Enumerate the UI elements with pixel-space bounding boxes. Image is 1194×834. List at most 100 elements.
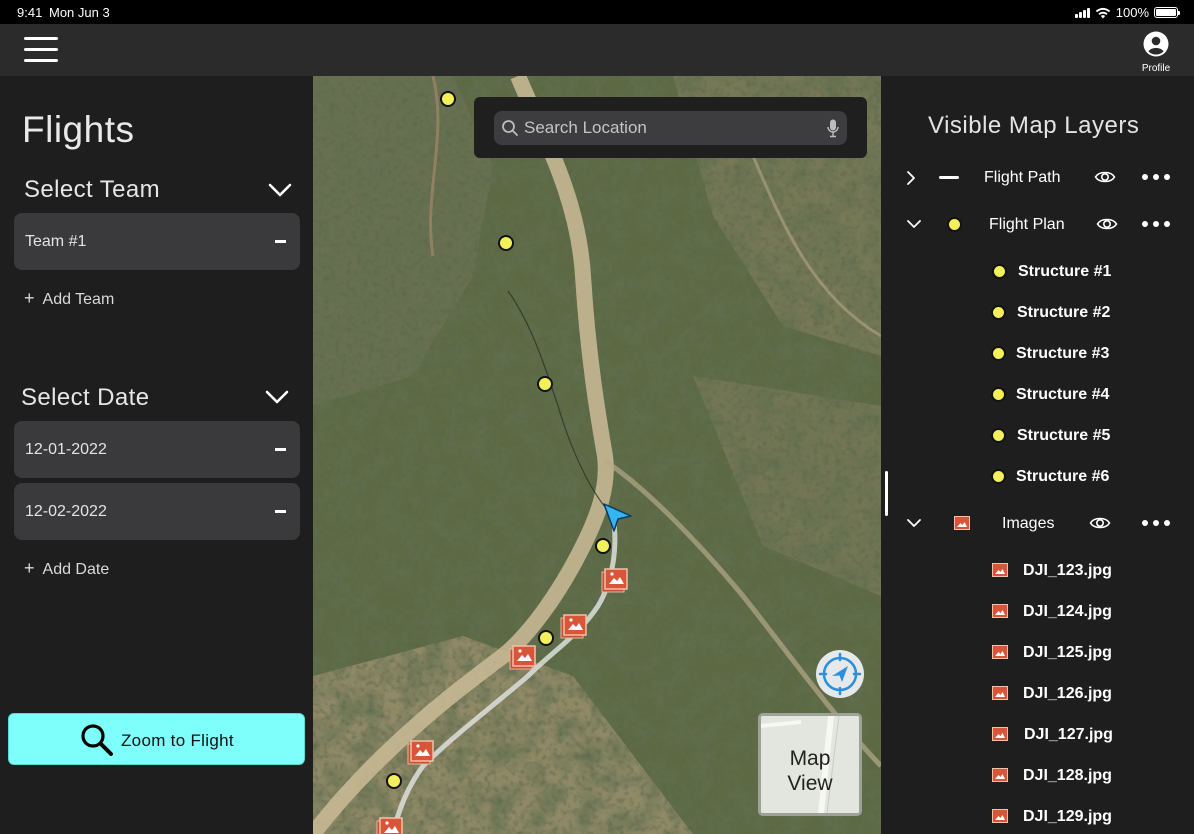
date-item-label: 12-02-2022 bbox=[25, 503, 107, 520]
remove-date-button[interactable] bbox=[275, 510, 286, 513]
battery-icon bbox=[1154, 7, 1180, 18]
image-marker-icon[interactable] bbox=[376, 817, 403, 834]
image-file-label: DJI_126.jpg bbox=[1023, 685, 1112, 702]
layer-row-image-file[interactable]: DJI_125.jpg bbox=[881, 638, 1194, 668]
layer-row-image-file[interactable]: DJI_129.jpg bbox=[881, 802, 1194, 832]
date-item[interactable]: 12-01-2022 bbox=[14, 421, 300, 478]
image-icon bbox=[992, 604, 1008, 618]
image-file-label: DJI_127.jpg bbox=[1024, 726, 1113, 743]
drone-location-arrow-icon bbox=[603, 503, 632, 532]
image-file-label: DJI_128.jpg bbox=[1023, 767, 1112, 784]
layer-row-flight-path[interactable]: Flight Path bbox=[881, 163, 1194, 193]
structure-label: Structure #4 bbox=[1016, 386, 1110, 403]
layer-row-images[interactable]: Images bbox=[881, 509, 1194, 539]
navigation-compass-icon bbox=[818, 652, 862, 696]
yellow-structure-marker[interactable] bbox=[538, 630, 554, 646]
status-time: 9:41 bbox=[17, 5, 43, 20]
search-location-input[interactable] bbox=[524, 111, 814, 145]
plus-icon: + bbox=[24, 558, 35, 578]
status-date: Mon Jun 3 bbox=[49, 5, 110, 20]
chevron-down-icon[interactable] bbox=[906, 218, 922, 230]
profile-button[interactable]: Profile bbox=[1136, 31, 1176, 74]
add-team-button[interactable]: + Add Team bbox=[24, 288, 114, 309]
battery-percent: 100% bbox=[1115, 5, 1149, 20]
image-icon bbox=[992, 768, 1008, 782]
image-icon bbox=[992, 809, 1008, 823]
layer-row-structure[interactable]: Structure #3 bbox=[881, 339, 1194, 369]
profile-label: Profile bbox=[1141, 63, 1171, 74]
structure-marker-icon bbox=[991, 346, 1006, 361]
image-icon bbox=[954, 516, 970, 530]
select-team-title: Select Team bbox=[24, 176, 161, 203]
top-bar: Profile bbox=[0, 24, 1194, 76]
layer-row-flight-plan[interactable]: Flight Plan bbox=[881, 210, 1194, 240]
yellow-structure-marker[interactable] bbox=[498, 235, 514, 251]
eye-icon[interactable] bbox=[1089, 514, 1111, 532]
structure-marker-icon bbox=[991, 305, 1006, 320]
image-marker-icon[interactable] bbox=[601, 568, 628, 593]
search-input-container[interactable] bbox=[494, 111, 847, 145]
image-marker-icon[interactable] bbox=[509, 645, 536, 670]
chevron-down-icon[interactable] bbox=[265, 389, 289, 405]
structure-label: Structure #3 bbox=[1016, 345, 1110, 362]
image-file-label: DJI_129.jpg bbox=[1023, 808, 1112, 825]
more-options-icon[interactable] bbox=[1142, 174, 1170, 180]
chevron-down-icon[interactable] bbox=[268, 182, 292, 198]
status-bar: 9:41 Mon Jun 3 100% bbox=[0, 0, 1194, 24]
image-icon bbox=[992, 727, 1008, 741]
layer-label: Images bbox=[1002, 515, 1055, 532]
layer-row-structure[interactable]: Structure #1 bbox=[881, 257, 1194, 287]
chevron-right-icon[interactable] bbox=[905, 170, 917, 186]
yellow-structure-marker[interactable] bbox=[440, 91, 456, 107]
image-file-label: DJI_123.jpg bbox=[1023, 562, 1112, 579]
remove-team-button[interactable] bbox=[275, 240, 286, 243]
zoom-to-flight-label: Zoom to Flight bbox=[121, 731, 234, 750]
map-view-toggle-button[interactable]: Map View bbox=[758, 713, 862, 816]
yellow-structure-marker[interactable] bbox=[537, 376, 553, 392]
layer-row-structure[interactable]: Structure #2 bbox=[881, 298, 1194, 328]
eye-icon[interactable] bbox=[1096, 215, 1118, 233]
map-view[interactable]: MapView bbox=[313, 76, 881, 834]
layer-row-image-file[interactable]: DJI_123.jpg bbox=[881, 556, 1194, 586]
wifi-icon bbox=[1095, 7, 1110, 18]
image-icon bbox=[992, 563, 1008, 577]
image-marker-icon[interactable] bbox=[560, 614, 587, 639]
structure-marker-icon bbox=[991, 469, 1006, 484]
layer-row-image-file[interactable]: DJI_127.jpg bbox=[881, 720, 1194, 750]
structure-label: Structure #5 bbox=[1017, 427, 1111, 444]
layer-row-image-file[interactable]: DJI_124.jpg bbox=[881, 597, 1194, 627]
plus-icon: + bbox=[24, 288, 35, 308]
panel-title: Flights bbox=[22, 109, 135, 150]
team-item[interactable]: Team #1 bbox=[14, 213, 300, 270]
eye-icon[interactable] bbox=[1094, 168, 1116, 186]
date-item[interactable]: 12-02-2022 bbox=[14, 483, 300, 540]
layer-row-structure[interactable]: Structure #6 bbox=[881, 462, 1194, 492]
select-date-title: Select Date bbox=[21, 384, 150, 411]
more-options-icon[interactable] bbox=[1142, 520, 1170, 526]
flights-panel: Flights Select Team Team #1 + Add Team Se… bbox=[0, 76, 313, 834]
layer-row-structure[interactable]: Structure #5 bbox=[881, 421, 1194, 451]
remove-date-button[interactable] bbox=[275, 448, 286, 451]
chevron-down-icon[interactable] bbox=[906, 517, 922, 529]
zoom-to-flight-button[interactable]: Zoom to Flight bbox=[8, 713, 305, 765]
menu-icon[interactable] bbox=[24, 37, 60, 65]
layer-row-structure[interactable]: Structure #4 bbox=[881, 380, 1194, 410]
more-options-icon[interactable] bbox=[1142, 221, 1170, 227]
team-item-label: Team #1 bbox=[25, 233, 87, 250]
structure-label: Structure #6 bbox=[1016, 468, 1110, 485]
status-indicators: 100% bbox=[1074, 5, 1180, 20]
add-date-button[interactable]: + Add Date bbox=[24, 558, 109, 579]
microphone-icon[interactable] bbox=[827, 119, 839, 138]
map-view-label: Map View bbox=[787, 747, 833, 795]
image-marker-icon[interactable] bbox=[407, 740, 434, 765]
structure-marker-icon bbox=[992, 264, 1007, 279]
layer-row-image-file[interactable]: DJI_128.jpg bbox=[881, 761, 1194, 791]
layer-row-image-file[interactable]: DJI_126.jpg bbox=[881, 679, 1194, 709]
layer-label: Flight Path bbox=[984, 169, 1061, 186]
search-icon bbox=[502, 120, 518, 136]
cellular-signal-icon bbox=[1074, 7, 1090, 18]
yellow-structure-marker[interactable] bbox=[595, 538, 611, 554]
yellow-structure-marker[interactable] bbox=[386, 773, 402, 789]
image-icon bbox=[992, 645, 1008, 659]
recenter-location-button[interactable] bbox=[816, 650, 864, 698]
